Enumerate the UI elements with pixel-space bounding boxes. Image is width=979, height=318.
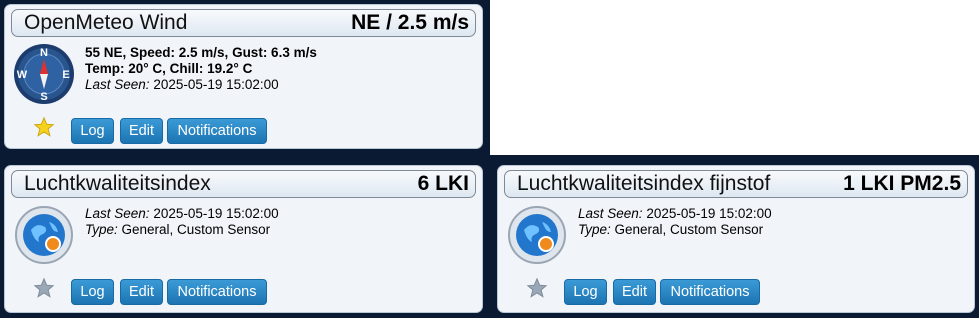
- edit-button[interactable]: Edit: [120, 279, 163, 305]
- favorite-star-icon[interactable]: [526, 277, 548, 299]
- card-title-bar: Luchtkwaliteitsindex 6 LKI: [11, 170, 476, 198]
- svg-text:N: N: [40, 47, 48, 59]
- type-row: Type: General, Custom Sensor: [578, 222, 764, 237]
- edit-button[interactable]: Edit: [120, 118, 163, 144]
- last-seen-row: Last Seen: 2025-05-19 15:02:00: [578, 206, 772, 221]
- type-row: Type: General, Custom Sensor: [85, 222, 271, 237]
- log-button[interactable]: Log: [71, 118, 114, 144]
- svg-text:E: E: [62, 69, 69, 81]
- device-name[interactable]: OpenMeteo Wind: [24, 11, 187, 35]
- last-seen-row: Last Seen: 2025-05-19 15:02:00: [85, 206, 279, 221]
- svg-text:S: S: [40, 91, 47, 103]
- compass-icon[interactable]: N S E W: [13, 43, 75, 105]
- device-card-air-quality: Luchtkwaliteitsindex 6 LKI Last Seen: 20…: [4, 165, 483, 313]
- temperature-summary: Temp: 20° C, Chill: 19.2° C: [85, 61, 253, 76]
- device-value: NE / 2.5 m/s: [351, 11, 469, 34]
- device-value: 1 LKI PM2.5: [843, 172, 961, 195]
- last-seen-value: 2025-05-19 15:02:00: [153, 206, 279, 221]
- device-card-wind: OpenMeteo Wind NE / 2.5 m/s N S E W 55 N…: [4, 4, 483, 149]
- last-seen-value: 2025-05-19 15:02:00: [646, 206, 772, 221]
- device-name[interactable]: Luchtkwaliteitsindex: [24, 172, 211, 196]
- favorite-star-icon[interactable]: [33, 116, 55, 138]
- notifications-button[interactable]: Notifications: [167, 118, 267, 144]
- type-value: General, Custom Sensor: [614, 222, 764, 237]
- notifications-button[interactable]: Notifications: [660, 279, 760, 305]
- device-card-particulate: Luchtkwaliteitsindex fijnstof 1 LKI PM2.…: [497, 165, 975, 313]
- card-title-bar: Luchtkwaliteitsindex fijnstof 1 LKI PM2.…: [504, 170, 968, 198]
- custom-sensor-globe-icon[interactable]: [13, 204, 75, 266]
- log-button[interactable]: Log: [564, 279, 607, 305]
- type-value: General, Custom Sensor: [121, 222, 271, 237]
- notifications-button[interactable]: Notifications: [167, 279, 267, 305]
- svg-text:W: W: [17, 69, 28, 81]
- wind-summary: 55 NE, Speed: 2.5 m/s, Gust: 6.3 m/s: [85, 45, 317, 60]
- device-name[interactable]: Luchtkwaliteitsindex fijnstof: [517, 172, 770, 196]
- last-seen-row: Last Seen: 2025-05-19 15:02:00: [85, 77, 279, 92]
- card-title-bar: OpenMeteo Wind NE / 2.5 m/s: [11, 9, 476, 37]
- favorite-star-icon[interactable]: [33, 277, 55, 299]
- device-value: 6 LKI: [417, 172, 469, 195]
- edit-button[interactable]: Edit: [613, 279, 656, 305]
- last-seen-value: 2025-05-19 15:02:00: [153, 77, 279, 92]
- custom-sensor-globe-icon[interactable]: [506, 204, 568, 266]
- log-button[interactable]: Log: [71, 279, 114, 305]
